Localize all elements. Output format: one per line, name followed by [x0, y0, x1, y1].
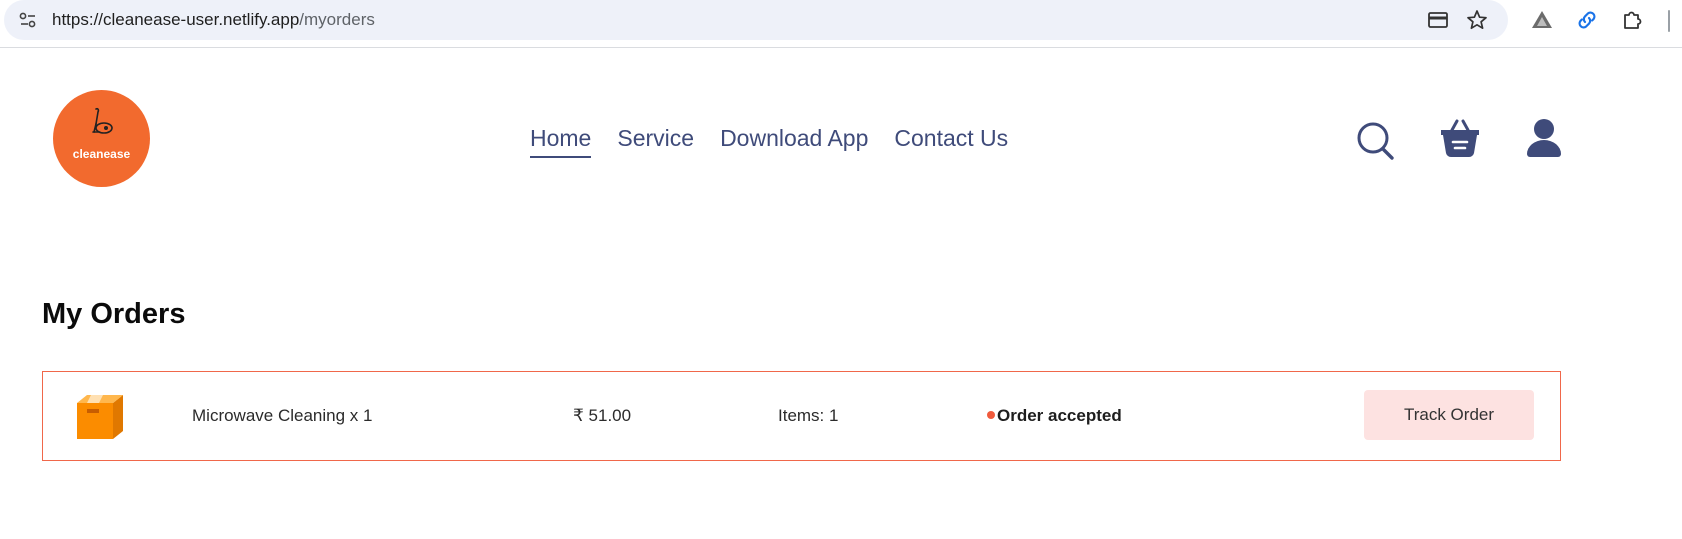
- order-items-count: Items: 1: [778, 406, 839, 425]
- url-base: https://cleanease-user.netlify.app: [52, 10, 300, 29]
- url-path: /myorders: [299, 10, 375, 29]
- nav-download-app[interactable]: Download App: [720, 125, 868, 152]
- site-info-icon[interactable]: [18, 10, 38, 30]
- order-status: Order accepted: [987, 406, 1122, 426]
- url-text[interactable]: https://cleanease-user.netlify.app/myord…: [52, 10, 375, 30]
- puzzle-icon[interactable]: [1621, 8, 1645, 32]
- browser-toolbar: https://cleanease-user.netlify.app/myord…: [0, 0, 1682, 48]
- card-icon[interactable]: [1427, 9, 1449, 31]
- basket-icon[interactable]: [1440, 118, 1480, 165]
- cleanease-logo[interactable]: cleanease: [53, 90, 150, 187]
- logo-text: cleanease: [72, 147, 131, 161]
- track-order-button[interactable]: Track Order: [1364, 390, 1534, 440]
- order-price: ₹ 51.00: [573, 406, 632, 425]
- main-nav: Home Service Download App Contact Us: [530, 125, 1008, 158]
- order-service-name: Microwave Cleaning x 1: [192, 406, 373, 425]
- search-icon[interactable]: [1356, 118, 1396, 167]
- link-icon[interactable]: [1575, 8, 1599, 32]
- nav-home[interactable]: Home: [530, 125, 592, 158]
- order-status-text: Order accepted: [997, 406, 1122, 425]
- nav-contact-us[interactable]: Contact Us: [894, 125, 1008, 152]
- package-box-icon: [73, 391, 125, 441]
- nav-service[interactable]: Service: [617, 125, 694, 152]
- status-dot-icon: [987, 411, 995, 419]
- user-icon[interactable]: [1526, 118, 1562, 165]
- extension-a-icon[interactable]: [1530, 8, 1554, 32]
- page-title: My Orders: [42, 298, 186, 330]
- vacuum-cleaner-icon: [92, 107, 113, 134]
- order-card: Microwave Cleaning x 1 ₹ 51.00 Items: 1 …: [42, 371, 1561, 461]
- toolbar-divider: [1668, 10, 1670, 32]
- bookmark-star-icon[interactable]: [1466, 9, 1488, 31]
- address-bar[interactable]: https://cleanease-user.netlify.app/myord…: [4, 0, 1508, 40]
